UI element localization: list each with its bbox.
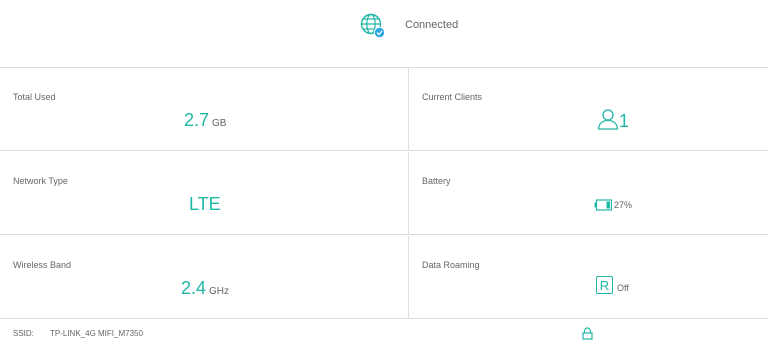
roaming-icon-letter: R [599, 278, 610, 293]
data-roaming-value: Off [617, 283, 629, 293]
wireless-band-number: 2.4 [181, 278, 207, 298]
wireless-band-value: 2.4 GHz [181, 278, 229, 302]
current-clients-value: 1 [619, 111, 630, 131]
battery-value: 27% [614, 200, 633, 210]
globe-icon [360, 13, 386, 39]
info-grid: Total Used 2.7 GB Current Clients 1 Netwo… [0, 67, 768, 320]
ssid-value: TP-LINK_4G MIFI_M7350 [50, 329, 143, 338]
battery-label: Battery [422, 176, 451, 186]
connection-status-bar: Connected [0, 0, 768, 68]
lock-icon [582, 327, 593, 345]
wireless-band-cell: Wireless Band 2.4 GHz [0, 236, 409, 319]
network-type-value: LTE [189, 194, 221, 214]
wireless-band-label: Wireless Band [13, 260, 72, 270]
user-icon [597, 108, 619, 135]
total-used-value: 2.7 GB [184, 110, 226, 134]
data-roaming-cell: Data Roaming R Off [409, 236, 768, 319]
network-type-label: Network Type [13, 176, 68, 186]
current-clients-label: Current Clients [422, 92, 483, 102]
network-type-cell: Network Type LTE [0, 152, 409, 235]
total-used-number: 2.7 [184, 110, 210, 130]
roaming-icon: R [596, 276, 613, 294]
check-badge-icon [373, 26, 386, 39]
wireless-band-unit: GHz [209, 286, 230, 297]
current-clients-cell: Current Clients 1 [409, 68, 768, 151]
ssid-row: SSID: TP-LINK_4G MIFI_M7350 [0, 320, 768, 350]
battery-cell: Battery 27% [409, 152, 768, 235]
status-page: Connected Total Used 2.7 GB Current Clien… [0, 0, 768, 350]
total-used-label: Total Used [13, 92, 56, 102]
connection-status-text: Connected [405, 19, 459, 31]
battery-icon [594, 198, 613, 216]
total-used-cell: Total Used 2.7 GB [0, 68, 409, 151]
total-used-unit: GB [212, 118, 227, 129]
battery-level-fill [606, 201, 610, 209]
ssid-label: SSID: [13, 329, 34, 338]
data-roaming-label: Data Roaming [422, 260, 480, 270]
